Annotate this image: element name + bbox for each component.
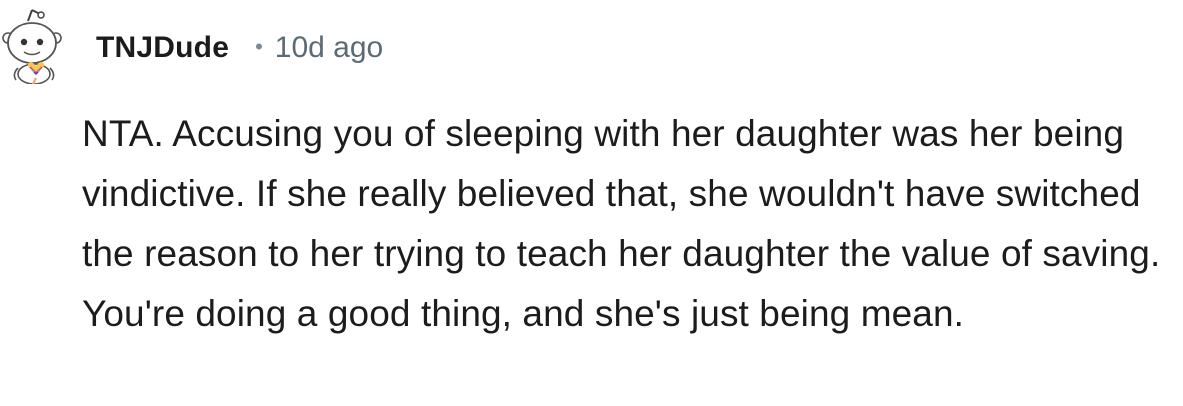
meta-separator: •: [255, 34, 263, 59]
username-link[interactable]: TNJDude: [96, 31, 229, 65]
timestamp[interactable]: 10d ago: [275, 31, 383, 65]
comment-body: NTA. Accusing you of sleeping with her d…: [82, 113, 1161, 334]
snoo-avatar-icon[interactable]: [0, 8, 68, 84]
comment-header: TNJDude • 10d ago: [96, 26, 383, 70]
comment: TNJDude • 10d ago NTA. Accusing you of s…: [0, 0, 1183, 406]
